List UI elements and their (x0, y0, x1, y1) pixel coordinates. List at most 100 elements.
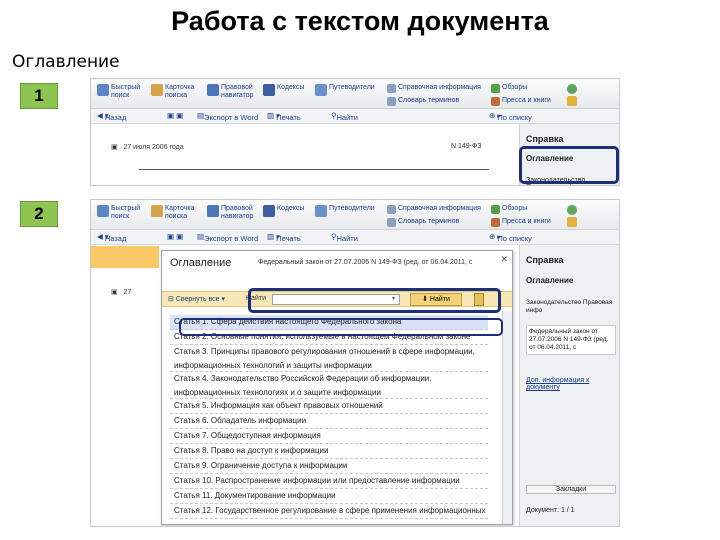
home-button[interactable] (567, 84, 577, 94)
panel-doc-info-link[interactable]: Доп. информация к документу (526, 377, 616, 391)
export-word-label: Экспорт в Word (204, 113, 259, 122)
terms-dictionary-label: Словарь терминов (398, 97, 460, 104)
card-search-label: Карточка поиска (165, 205, 195, 220)
right-panel: Справка Оглавление Законодательство Прав… (519, 245, 619, 526)
export-word-label: Экспорт в Word (204, 234, 259, 243)
toc-item[interactable]: Статья 12. Государственное регулирование… (170, 504, 488, 519)
find-button[interactable]: ⚲ Найти (331, 232, 358, 243)
quick-search-button[interactable]: Быстрый поиск (97, 84, 145, 100)
toc-scrollbar[interactable] (502, 311, 512, 524)
by-list-button[interactable]: ⊕ По списку ▸ (489, 111, 532, 122)
reference-info-button[interactable]: Справочная информация (387, 205, 481, 214)
guides-button[interactable]: Путеводители (315, 84, 375, 96)
favorites-button[interactable] (567, 96, 577, 106)
books-icon (263, 84, 275, 96)
legal-navigator-label: Правовой навигатор (221, 84, 254, 99)
bookmark-button[interactable]: Закладки (526, 485, 616, 494)
panel-help[interactable]: Справка (526, 134, 616, 144)
card-icon (151, 205, 163, 217)
reference-icon (387, 205, 396, 214)
print-label: Печать (276, 234, 301, 243)
back-button[interactable]: ◀ Назад ▾ (97, 232, 126, 243)
toc-item[interactable]: Статья 10. Распространение информации ил… (170, 474, 488, 489)
terms-dictionary-button[interactable]: Словарь терминов (387, 97, 459, 106)
toc-title: Оглавление (170, 257, 232, 269)
step-1-badge: 1 (20, 83, 58, 109)
reference-info-button[interactable]: Справочная информация (387, 84, 481, 93)
doc-number: N 149-ФЗ (451, 143, 482, 150)
document-label: Документ (526, 507, 558, 514)
document-toolbar: ◀ Назад ▾ ▣ ▣ ▤ Экспорт в Word ▥ Печать … (91, 230, 619, 245)
save-icon[interactable]: ▣ ▣ (167, 111, 183, 120)
doc-date: 27 июля 2006 года (123, 144, 184, 151)
guides-label: Путеводители (329, 84, 375, 91)
navigator-icon (207, 205, 219, 217)
doc-header-strip (91, 246, 159, 268)
home-button[interactable] (567, 205, 577, 215)
reviews-icon (491, 205, 500, 214)
back-button[interactable]: ◀ Назад ▾ (97, 111, 126, 122)
legal-navigator-button[interactable]: Правовой навигатор (207, 84, 261, 100)
reviews-label: Обзоры (502, 84, 528, 91)
legal-navigator-button[interactable]: Правовой навигатор (207, 205, 261, 221)
card-search-button[interactable]: Карточка поиска (151, 205, 199, 221)
print-button[interactable]: ▥ Печать ▾ (267, 111, 301, 122)
close-icon[interactable]: ✕ (500, 254, 508, 265)
search-icon (97, 205, 109, 217)
panel-help[interactable]: Справка (526, 255, 616, 265)
legal-navigator-label: Правовой навигатор (221, 205, 254, 220)
export-word-button[interactable]: ▤ Экспорт в Word (197, 232, 258, 243)
toc-item[interactable]: Статья 4. Законодательство Российской Фе… (170, 372, 488, 399)
panel-toc[interactable]: Оглавление (526, 276, 616, 285)
toc-list: Статья 1. Сфера действия настоящего Феде… (170, 315, 488, 519)
document-page-counter: Документ: 1 / 1 (526, 507, 575, 514)
toc-item[interactable]: Статья 3. Принципы правового регулирован… (170, 345, 488, 372)
reference-icon (387, 84, 396, 93)
print-button[interactable]: ▥ Печать ▾ (267, 232, 301, 243)
toc-item[interactable]: Статья 7. Общедоступная информация (170, 429, 488, 444)
export-word-button[interactable]: ▤ Экспорт в Word (197, 111, 258, 122)
card-search-button[interactable]: Карточка поиска (151, 84, 199, 100)
press-icon (491, 218, 500, 227)
press-books-button[interactable]: Пресса и книги (491, 218, 551, 227)
collapse-all-button[interactable]: ⊟ Свернуть все ▾ (168, 295, 225, 303)
toc-item[interactable]: Статья 5. Информация как объект правовых… (170, 399, 488, 414)
panel-edition-info: Законодательство Правовая инфо (526, 299, 613, 314)
section-label: Оглавление (12, 52, 120, 72)
press-books-button[interactable]: Пресса и книги (491, 97, 551, 106)
books-icon (263, 205, 275, 217)
reviews-button[interactable]: Обзоры (491, 84, 527, 93)
panel-edition-text: Федеральный закон от 27.07.2006 N 149-ФЗ… (526, 325, 616, 355)
save-icon[interactable]: ▣ ▣ (167, 232, 183, 241)
terms-dictionary-button[interactable]: Словарь терминов (387, 218, 459, 227)
highlight-toc-button (519, 146, 619, 184)
codes-button[interactable]: Кодексы (263, 205, 304, 217)
dictionary-icon (387, 218, 396, 227)
toc-item[interactable]: Статья 11. Документирование информации (170, 489, 488, 504)
toc-item[interactable]: Статья 6. Обладатель информации (170, 414, 488, 429)
find-button[interactable]: ⚲ Найти (331, 111, 358, 122)
guide-icon (315, 205, 327, 217)
back-label: Назад (104, 234, 127, 243)
quick-search-button[interactable]: Быстрый поиск (97, 205, 145, 221)
toc-subtitle: Федеральный закон от 27.07.2006 N 149-ФЗ… (258, 259, 473, 266)
card-search-label: Карточка поиска (165, 84, 195, 99)
toc-item[interactable]: Статья 8. Право на доступ к информации (170, 444, 488, 459)
document-pages: 1 / 1 (560, 507, 575, 514)
highlight-first-item (179, 318, 503, 336)
favorites-button[interactable] (567, 217, 577, 227)
guide-icon (315, 84, 327, 96)
guides-button[interactable]: Путеводители (315, 205, 375, 217)
by-list-label: По списку (497, 234, 532, 243)
reviews-label: Обзоры (502, 205, 528, 212)
screenshot-1: Быстрый поиск Карточка поиска Правовой н… (90, 78, 620, 186)
press-books-label: Пресса и книги (502, 218, 551, 225)
step-2-badge: 2 (20, 201, 58, 227)
slide-title: Работа с текстом документа (171, 6, 549, 36)
reviews-button[interactable]: Обзоры (491, 205, 527, 214)
toc-item[interactable]: Статья 9. Ограничение доступа к информац… (170, 459, 488, 474)
by-list-button[interactable]: ⊕ По списку ▸ (489, 232, 532, 243)
codes-button[interactable]: Кодексы (263, 84, 304, 96)
collapse-all-label: Свернуть все (175, 296, 220, 303)
screenshot-2: Быстрый поиск Карточка поиска Правовой н… (90, 199, 620, 527)
